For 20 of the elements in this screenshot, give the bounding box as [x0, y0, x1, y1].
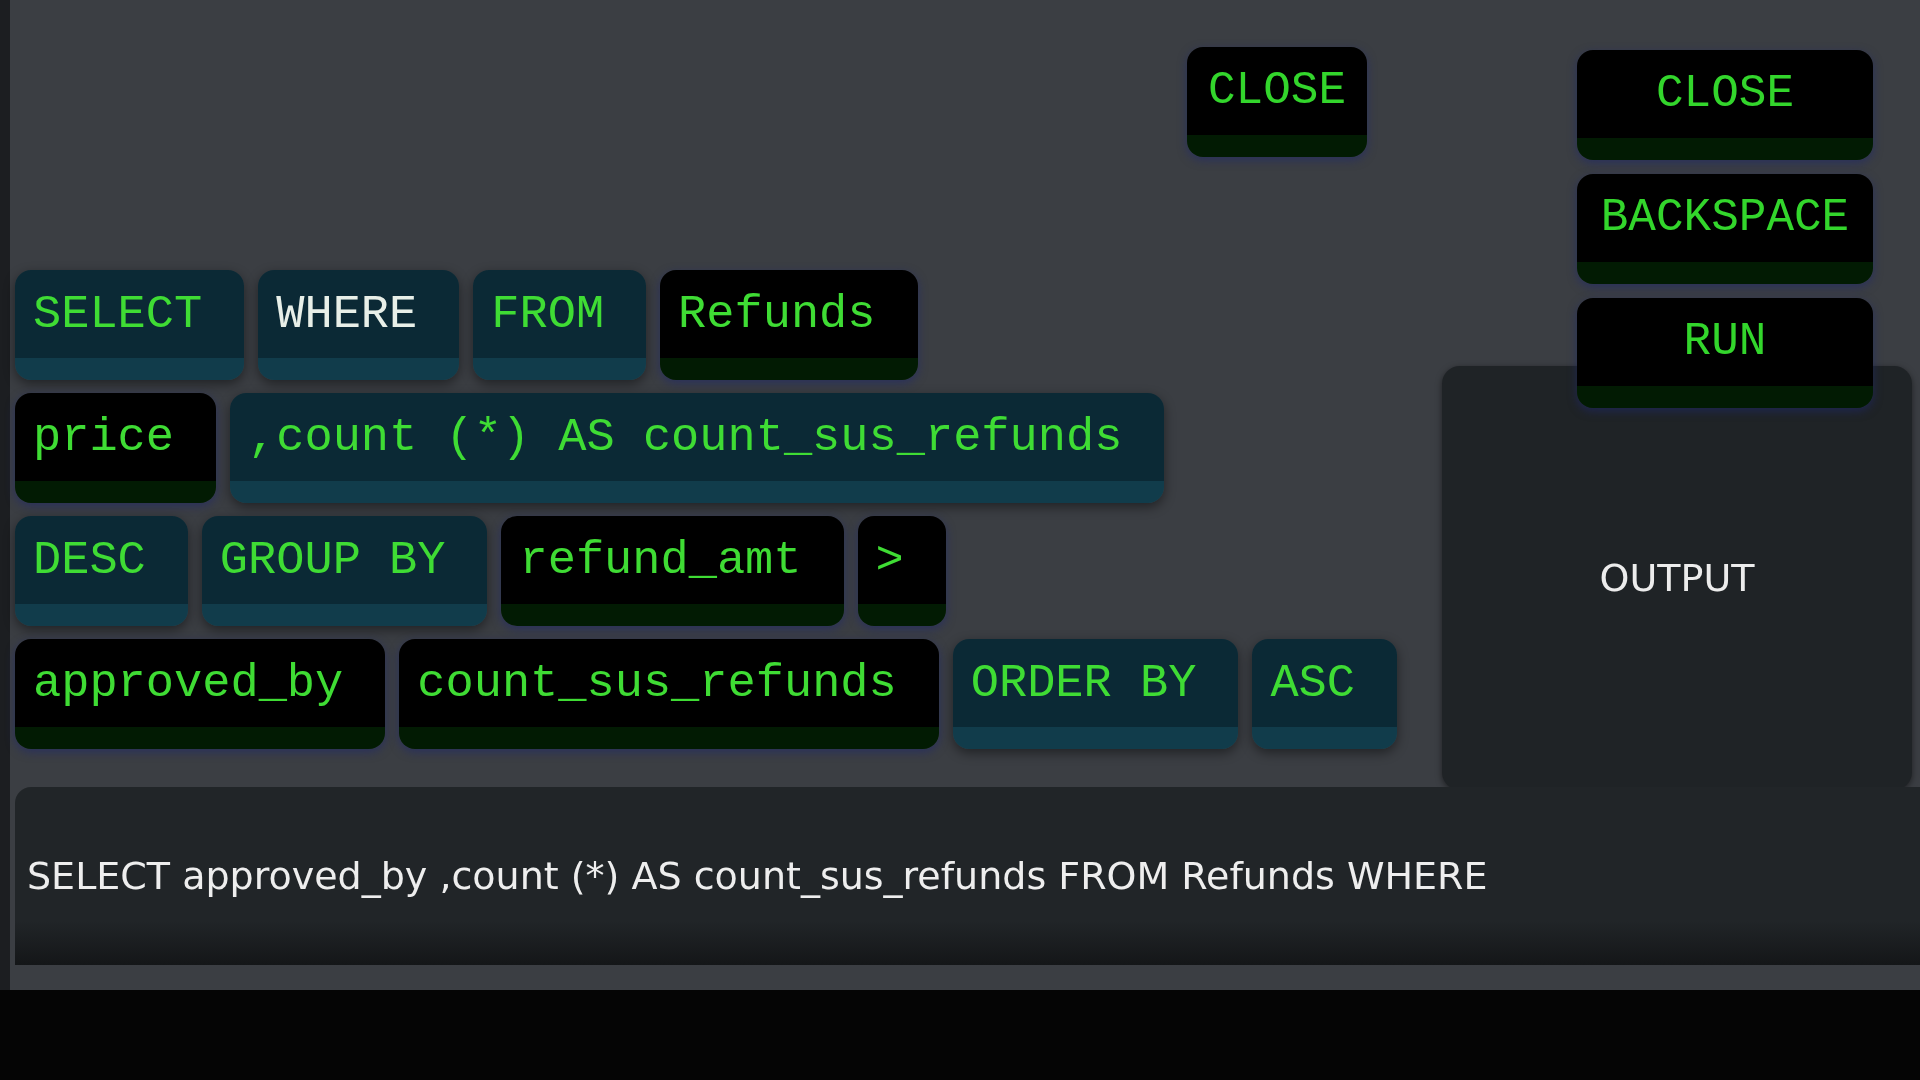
value-token[interactable]: count_sus_refunds: [399, 639, 939, 749]
keyword-token[interactable]: FROM: [473, 270, 647, 380]
keyword-token[interactable]: ORDER BY: [952, 639, 1239, 749]
keyword-token[interactable]: SELECT: [15, 270, 245, 380]
query-text: SELECT approved_by ,count (*) AS count_sus_refunds FROM Refunds WHERE: [27, 854, 1488, 898]
close-button[interactable]: CLOSE: [1187, 47, 1367, 157]
keyword-token[interactable]: GROUP BY: [201, 516, 488, 626]
output-label: OUTPUT: [1599, 556, 1755, 600]
close-button[interactable]: CLOSE: [1577, 50, 1873, 160]
value-token[interactable]: >: [857, 516, 946, 626]
backspace-button[interactable]: BACKSPACE: [1577, 174, 1873, 284]
keyword-token[interactable]: WHERE: [258, 270, 460, 380]
keyword-token[interactable]: ,count (*) AS count_sus_refunds: [230, 393, 1165, 503]
value-token[interactable]: price: [15, 393, 217, 503]
keyword-token[interactable]: DESC: [15, 516, 188, 626]
value-token[interactable]: refund_amt: [501, 516, 844, 626]
run-button[interactable]: RUN: [1577, 298, 1873, 408]
value-token[interactable]: Refunds: [660, 270, 918, 380]
keyword-token[interactable]: ASC: [1252, 639, 1397, 749]
value-token[interactable]: approved_by: [15, 639, 386, 749]
